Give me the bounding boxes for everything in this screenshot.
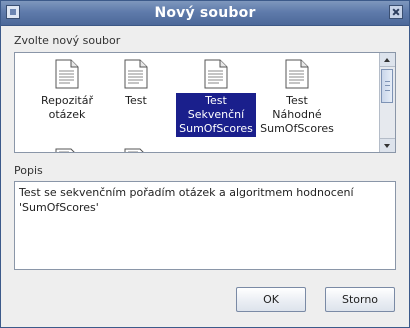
file-tile-test-random[interactable]: Test Náhodné SumOfScores <box>257 59 337 137</box>
document-icon <box>285 59 309 89</box>
choose-file-label: Zvolte nový soubor <box>14 34 121 47</box>
close-icon[interactable] <box>389 5 403 19</box>
description-text: Test se sekvenčním pořadím otázek a algo… <box>14 181 396 270</box>
document-icon <box>55 59 79 89</box>
document-icon[interactable] <box>55 148 79 153</box>
file-tile-label: Test Sekvenční SumOfScores <box>176 93 256 137</box>
scrollbar-thumb[interactable] <box>381 69 393 103</box>
new-file-dialog: Nový soubor Zvolte nový soubor Repozitář… <box>0 0 410 328</box>
file-tile-test[interactable]: Test <box>96 59 176 109</box>
title-bar[interactable]: Nový soubor <box>1 1 409 26</box>
file-tile-repository[interactable]: Repozitář otázek <box>27 59 107 123</box>
dialog-title: Nový soubor <box>154 5 256 21</box>
file-tile-label: Repozitář otázek <box>40 94 94 121</box>
cancel-button[interactable]: Storno <box>325 287 395 312</box>
document-icon <box>124 59 148 89</box>
description-label: Popis <box>14 164 43 177</box>
document-icon <box>204 59 228 89</box>
file-type-list[interactable]: Repozitář otázek Test Test Sekvenční Sum… <box>14 52 396 153</box>
file-tile-label: Test Náhodné SumOfScores <box>260 94 334 135</box>
vertical-scrollbar[interactable] <box>379 53 395 152</box>
file-tile-label: Test <box>125 94 147 107</box>
scroll-up-icon[interactable] <box>380 53 395 67</box>
ok-button[interactable]: OK <box>236 287 306 312</box>
document-icon[interactable] <box>124 148 148 153</box>
file-tile-test-sequential[interactable]: Test Sekvenční SumOfScores <box>176 59 256 137</box>
scroll-down-icon[interactable] <box>380 138 395 152</box>
